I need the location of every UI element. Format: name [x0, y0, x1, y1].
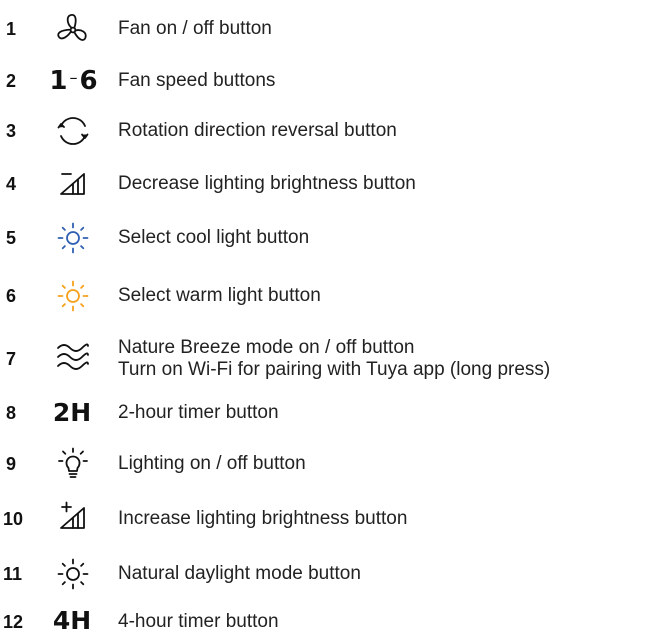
fan-icon	[50, 12, 96, 46]
row-label-line-1: Nature Breeze mode on / off button	[118, 337, 415, 358]
cool-light-icon	[50, 221, 96, 255]
nature-breeze-icon	[50, 340, 96, 374]
timer-4h-icon: 4H	[44, 603, 100, 637]
row-label: Lighting on / off button	[118, 453, 306, 474]
timer-2h-icon: 2H	[44, 395, 100, 429]
speed-min-label: 1	[49, 66, 67, 96]
row-label: Natural daylight mode button	[118, 563, 361, 584]
row-label: Fan speed buttons	[118, 70, 276, 91]
speed-max-label: 6	[79, 66, 98, 96]
timer-4h-label: 4H	[52, 605, 92, 635]
warm-light-icon	[50, 279, 96, 313]
row-number: 7	[6, 349, 17, 369]
fan-speed-icon: 1–6	[49, 66, 98, 96]
row-number: 8	[6, 403, 17, 423]
row-label: Increase lighting brightness button	[118, 508, 408, 529]
row-number: 1	[6, 19, 17, 39]
row-label: Rotation direction reversal button	[118, 120, 397, 141]
row-number: 12	[3, 612, 24, 632]
rotation-reverse-icon	[50, 114, 96, 148]
row-label: Nature Breeze mode on / off button Turn …	[118, 337, 550, 381]
light-bulb-icon	[50, 447, 96, 481]
row-number: 5	[6, 228, 17, 248]
row-number: 11	[3, 564, 23, 584]
row-number: 10	[3, 509, 24, 529]
row-label: 4-hour timer button	[118, 611, 279, 632]
row-label: Fan on / off button	[118, 18, 272, 39]
row-label: Select warm light button	[118, 285, 321, 306]
row-label: Decrease lighting brightness button	[118, 173, 416, 194]
row-number: 9	[6, 454, 17, 474]
button-legend-list: 1 Fan on / off button 2 1–6 Fan speed bu…	[0, 0, 665, 635]
daylight-icon	[50, 557, 96, 591]
row-label: Select cool light button	[118, 227, 310, 248]
row-number: 3	[6, 121, 17, 141]
brightness-increase-icon	[50, 500, 96, 534]
row-number: 2	[6, 71, 17, 91]
row-number: 4	[6, 174, 17, 194]
timer-2h-label: 2H	[52, 397, 92, 427]
brightness-decrease-icon	[50, 167, 96, 201]
row-number: 6	[6, 286, 17, 306]
row-label: 2-hour timer button	[118, 402, 279, 423]
row-label-line-2: Turn on Wi-Fi for pairing with Tuya app …	[118, 359, 551, 380]
